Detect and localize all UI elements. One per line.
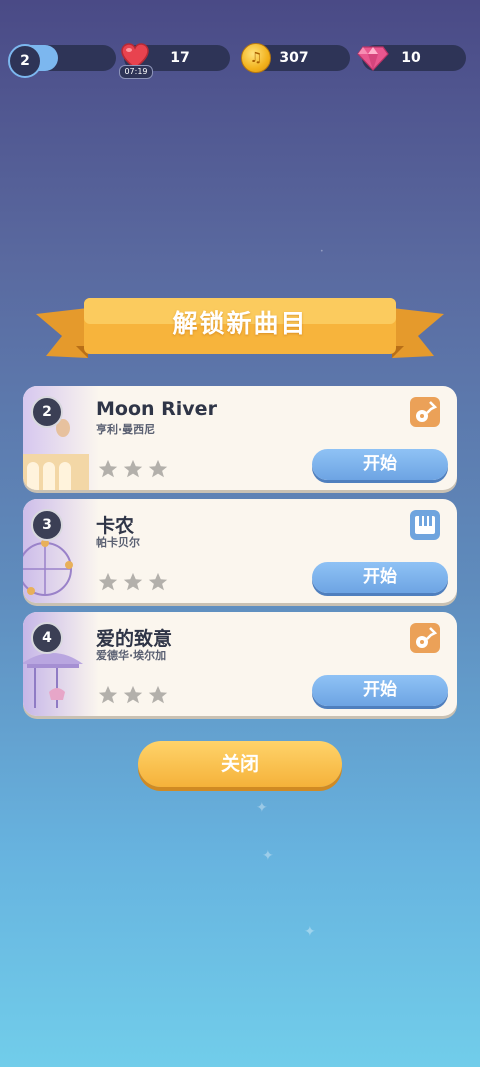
start-button[interactable]: 开始 bbox=[312, 675, 448, 706]
top-hud: 17 307 10 bbox=[0, 42, 480, 76]
star-icon bbox=[98, 459, 118, 478]
star-icon bbox=[148, 459, 168, 478]
song-artist: 帕卡贝尔 bbox=[96, 536, 140, 549]
song-number: 4 bbox=[31, 622, 63, 654]
star-icon bbox=[123, 572, 143, 591]
close-button[interactable]: 关闭 bbox=[138, 741, 342, 787]
sparkle-decoration: ✦ bbox=[262, 848, 274, 864]
song-card: 2 Moon River 亨利·曼西尼 开始 bbox=[23, 386, 457, 490]
start-button[interactable]: 开始 bbox=[312, 562, 448, 593]
song-number: 3 bbox=[31, 509, 63, 541]
star-icon bbox=[98, 572, 118, 591]
player-level-badge: 2 bbox=[8, 44, 42, 78]
song-card: 4 爱的致意 爱德华·埃尔加 开始 bbox=[23, 612, 457, 716]
gem-icon bbox=[357, 46, 389, 71]
sparkle-decoration: ✦ bbox=[256, 800, 268, 816]
star-icon bbox=[98, 685, 118, 704]
guitar-icon bbox=[410, 623, 440, 653]
star-icon bbox=[123, 685, 143, 704]
life-refill-timer: 07:19 bbox=[119, 65, 153, 79]
sparkle-decoration: • bbox=[320, 248, 324, 255]
piano-icon bbox=[410, 510, 440, 540]
song-artist: 爱德华·埃尔加 bbox=[96, 649, 167, 662]
song-card: 3 卡农 帕卡贝尔 开始 bbox=[23, 499, 457, 603]
star-rating bbox=[97, 571, 177, 593]
popup-title: 解锁新曲目 bbox=[172, 309, 308, 338]
sparkle-decoration: ✦ bbox=[304, 924, 316, 940]
star-rating bbox=[97, 458, 177, 480]
star-rating bbox=[97, 684, 177, 706]
song-artist: 亨利·曼西尼 bbox=[96, 423, 156, 436]
song-number: 2 bbox=[31, 396, 63, 428]
start-button[interactable]: 开始 bbox=[312, 449, 448, 480]
star-icon bbox=[123, 459, 143, 478]
star-icon bbox=[148, 685, 168, 704]
music-coin-icon: ♫ bbox=[241, 43, 271, 73]
song-title: Moon River bbox=[96, 398, 217, 420]
star-icon bbox=[148, 572, 168, 591]
guitar-icon bbox=[410, 397, 440, 427]
